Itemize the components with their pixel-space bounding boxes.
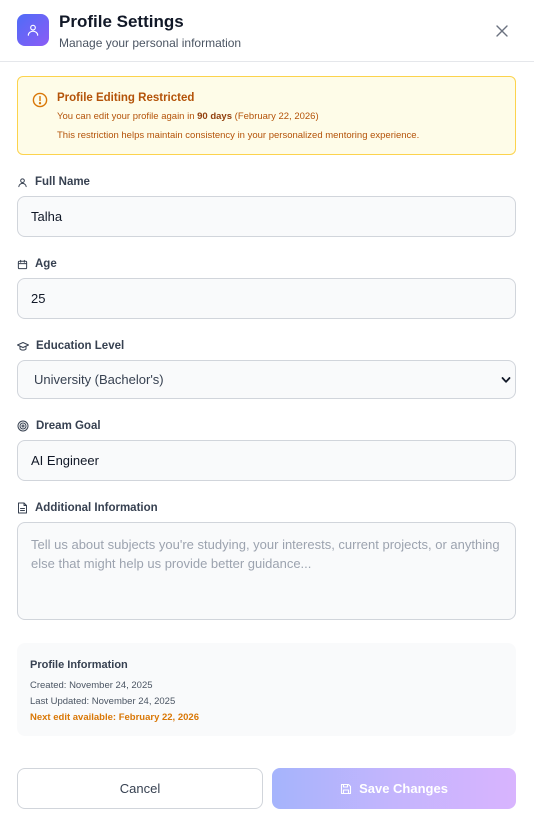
- dream-goal-label: Dream Goal: [17, 420, 101, 432]
- alert-message: You can edit your profile again in 90 da…: [57, 111, 319, 122]
- additional-info-placeholder: Tell us about subjects you're studying, …: [31, 537, 500, 571]
- alert-note: This restriction helps maintain consiste…: [57, 130, 420, 141]
- cancel-label: Cancel: [119, 781, 161, 796]
- save-changes-button[interactable]: Save Changes: [272, 768, 516, 809]
- alert-circle-icon: [32, 92, 48, 108]
- alert-title: Profile Editing Restricted: [57, 92, 195, 104]
- additional-info-label: Additional Information: [17, 502, 158, 514]
- education-selected-value: University (Bachelor's): [34, 372, 164, 387]
- education-label: Education Level: [17, 340, 124, 352]
- dialog-header: Profile Settings Manage your personal in…: [0, 0, 534, 62]
- education-select[interactable]: University (Bachelor's): [17, 360, 516, 399]
- calendar-icon: [17, 259, 28, 269]
- full-name-label: Full Name: [17, 176, 90, 188]
- save-icon: [341, 783, 352, 794]
- additional-info-textarea[interactable]: Tell us about subjects you're studying, …: [17, 522, 516, 620]
- close-icon: [496, 25, 508, 37]
- user-icon: [18, 177, 27, 187]
- last-updated-date: Last Updated: November 24, 2025: [30, 696, 176, 707]
- user-icon: [17, 14, 49, 46]
- cancel-button[interactable]: Cancel: [17, 768, 263, 809]
- close-button[interactable]: [493, 22, 511, 40]
- file-text-icon: [18, 502, 27, 514]
- dream-goal-input[interactable]: [17, 440, 516, 481]
- next-edit-date: Next edit available: February 22, 2026: [30, 712, 199, 723]
- graduation-cap-icon: [17, 341, 29, 351]
- target-icon: [17, 420, 29, 432]
- age-input[interactable]: [17, 278, 516, 319]
- alert-days: 90 days: [197, 111, 233, 122]
- full-name-input[interactable]: [17, 196, 516, 237]
- dialog-title: Profile Settings: [59, 12, 184, 31]
- profile-info-title: Profile Information: [30, 659, 128, 671]
- save-label: Save Changes: [359, 781, 448, 796]
- restriction-alert: Profile Editing Restricted You can edit …: [17, 76, 516, 155]
- dialog-subtitle: Manage your personal information: [59, 36, 242, 50]
- created-date: Created: November 24, 2025: [30, 680, 153, 691]
- chevron-down-icon: [501, 377, 511, 383]
- profile-info-panel: Profile Information Created: November 24…: [17, 643, 516, 736]
- age-label: Age: [17, 258, 57, 270]
